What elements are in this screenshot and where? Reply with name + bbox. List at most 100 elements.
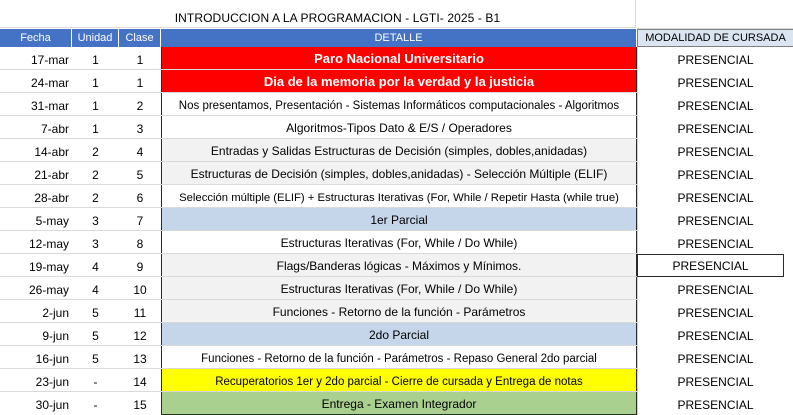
cell-unidad[interactable]: 1 [72, 116, 119, 139]
cell-detalle[interactable]: Nos presentamos, Presentación - Sistemas… [161, 93, 637, 116]
cell-detalle[interactable]: Entrega - Examen Integrador [161, 392, 637, 415]
cell-modalidad[interactable]: PRESENCIAL [637, 116, 793, 139]
table-row: 31-mar 1 2 Nos presentamos, Presentación… [0, 93, 793, 116]
title-row: INTRODUCCION A LA PROGRAMACION - LGTI- 2… [0, 0, 793, 29]
cell-detalle[interactable]: Entradas y Salidas Estructuras de Decisi… [161, 139, 637, 162]
table-row: 5-may 3 7 1er Parcial PRESENCIAL [0, 208, 793, 231]
cell-fecha[interactable]: 23-jun [0, 369, 72, 392]
cell-fecha[interactable]: 26-may [0, 277, 72, 300]
cell-modalidad[interactable]: PRESENCIAL [637, 392, 793, 415]
cell-modalidad[interactable]: PRESENCIAL [637, 70, 793, 93]
cell-detalle[interactable]: Estructuras Iterativas (For, While / Do … [161, 231, 637, 254]
cell-unidad[interactable]: 3 [72, 231, 119, 254]
table-row: 9-jun 5 12 2do Parcial PRESENCIAL [0, 323, 793, 346]
cell-unidad[interactable]: 1 [72, 47, 119, 70]
title-cell[interactable]: INTRODUCCION A LA PROGRAMACION - LGTI- 2… [0, 0, 636, 28]
cell-modalidad[interactable]: PRESENCIAL [637, 162, 793, 185]
header-unidad[interactable]: Unidad [72, 29, 119, 47]
cell-fecha[interactable]: 7-abr [0, 116, 72, 139]
cell-modalidad[interactable]: PRESENCIAL [637, 231, 793, 254]
cell-fecha[interactable]: 30-jun [0, 392, 72, 415]
cell-detalle[interactable]: Estructuras de Decisión (simples, dobles… [161, 162, 637, 185]
cell-detalle[interactable]: Funciones - Retorno de la función - Pará… [161, 300, 637, 323]
cell-clase[interactable]: 3 [119, 116, 161, 139]
cell-modalidad[interactable]: PRESENCIAL [637, 323, 793, 346]
cell-fecha[interactable]: 28-abr [0, 185, 72, 208]
cell-unidad[interactable]: 1 [72, 70, 119, 93]
cell-modalidad[interactable]: PRESENCIAL [637, 254, 784, 277]
cell-clase[interactable]: 5 [119, 162, 161, 185]
table-row: 23-jun - 14 Recuperatorios 1er y 2do par… [0, 369, 793, 392]
cell-detalle[interactable]: Dia de la memoria por la verdad y la jus… [161, 70, 637, 93]
cell-fecha[interactable]: 5-may [0, 208, 72, 231]
cell-fecha[interactable]: 19-may [0, 254, 72, 277]
cell-clase[interactable]: 11 [119, 300, 161, 323]
cell-modalidad[interactable]: PRESENCIAL [637, 369, 793, 392]
table-row: 7-abr 1 3 Algoritmos-Tipos Dato & E/S / … [0, 116, 793, 139]
cell-fecha[interactable]: 17-mar [0, 47, 72, 70]
header-modalidad[interactable]: MODALIDAD DE CURSADA [637, 29, 793, 47]
table-row: 21-abr 2 5 Estructuras de Decisión (simp… [0, 162, 793, 185]
cell-detalle[interactable]: 1er Parcial [161, 208, 637, 231]
cell-clase[interactable]: 7 [119, 208, 161, 231]
sheet-title: INTRODUCCION A LA PROGRAMACION - LGTI- 2… [174, 11, 501, 25]
cell-unidad[interactable]: 1 [72, 93, 119, 116]
cell-detalle[interactable]: Algoritmos-Tipos Dato & E/S / Operadores [161, 116, 637, 139]
cell-detalle[interactable]: 2do Parcial [161, 323, 637, 346]
cell-detalle[interactable]: Recuperatorios 1er y 2do parcial - Cierr… [161, 369, 637, 392]
cell-detalle[interactable]: Selección múltiple (ELIF) + Estructuras … [161, 185, 637, 208]
cell-fecha[interactable]: 9-jun [0, 323, 72, 346]
cell-unidad[interactable]: 4 [72, 254, 119, 277]
cell-clase[interactable]: 12 [119, 323, 161, 346]
spreadsheet: INTRODUCCION A LA PROGRAMACION - LGTI- 2… [0, 0, 793, 415]
cell-fecha[interactable]: 31-mar [0, 93, 72, 116]
cell-modalidad[interactable]: PRESENCIAL [637, 300, 793, 323]
cell-clase[interactable]: 4 [119, 139, 161, 162]
cell-clase[interactable]: 13 [119, 346, 161, 369]
cell-detalle[interactable]: Estructuras Iterativas (For, While / Do … [161, 277, 637, 300]
cell-unidad[interactable]: 4 [72, 277, 119, 300]
cell-clase[interactable]: 2 [119, 93, 161, 116]
table-row: 19-may 4 9 Flags/Banderas lógicas - Máxi… [0, 254, 793, 277]
cell-clase[interactable]: 15 [119, 392, 161, 415]
cell-fecha[interactable]: 24-mar [0, 70, 72, 93]
cell-fecha[interactable]: 12-may [0, 231, 72, 254]
cell-clase[interactable]: 14 [119, 369, 161, 392]
cell-clase[interactable]: 1 [119, 47, 161, 70]
cell-unidad[interactable]: 3 [72, 208, 119, 231]
header-detalle[interactable]: DETALLE [161, 29, 637, 47]
cell-fecha[interactable]: 2-jun [0, 300, 72, 323]
cell-clase[interactable]: 6 [119, 185, 161, 208]
cell-detalle[interactable]: Paro Nacional Universitario [161, 47, 637, 70]
header-fecha[interactable]: Fecha [0, 29, 72, 47]
cell-clase[interactable]: 9 [119, 254, 161, 277]
cell-clase[interactable]: 8 [119, 231, 161, 254]
cell-modalidad[interactable]: PRESENCIAL [637, 93, 793, 116]
cell-unidad[interactable]: - [72, 369, 119, 392]
empty-cell[interactable] [637, 0, 793, 29]
cell-unidad[interactable]: 2 [72, 162, 119, 185]
cell-unidad[interactable]: 5 [72, 300, 119, 323]
cell-modalidad[interactable]: PRESENCIAL [637, 208, 793, 231]
cell-fecha[interactable]: 21-abr [0, 162, 72, 185]
cell-unidad[interactable]: 2 [72, 139, 119, 162]
cell-fecha[interactable]: 16-jun [0, 346, 72, 369]
cell-unidad[interactable]: - [72, 392, 119, 415]
cell-unidad[interactable]: 2 [72, 185, 119, 208]
cell-unidad[interactable]: 5 [72, 323, 119, 346]
cell-fecha[interactable]: 14-abr [0, 139, 72, 162]
cell-modalidad[interactable]: PRESENCIAL [637, 185, 793, 208]
cell-detalle[interactable]: Flags/Banderas lógicas - Máximos y Mínim… [161, 254, 637, 277]
cell-modalidad[interactable]: PRESENCIAL [637, 139, 793, 162]
table-row: 16-jun 5 13 Funciones - Retorno de la fu… [0, 346, 793, 369]
cell-clase[interactable]: 1 [119, 70, 161, 93]
table-row: 26-may 4 10 Estructuras Iterativas (For,… [0, 277, 793, 300]
header-clase[interactable]: Clase [119, 29, 161, 47]
cell-clase[interactable]: 10 [119, 277, 161, 300]
cell-unidad[interactable]: 5 [72, 346, 119, 369]
cell-modalidad[interactable]: PRESENCIAL [637, 277, 793, 300]
cell-modalidad[interactable]: PRESENCIAL [637, 346, 793, 369]
table-row: 14-abr 2 4 Entradas y Salidas Estructura… [0, 139, 793, 162]
cell-detalle[interactable]: Funciones - Retorno de la función - Pará… [161, 346, 637, 369]
cell-modalidad[interactable]: PRESENCIAL [637, 47, 793, 70]
